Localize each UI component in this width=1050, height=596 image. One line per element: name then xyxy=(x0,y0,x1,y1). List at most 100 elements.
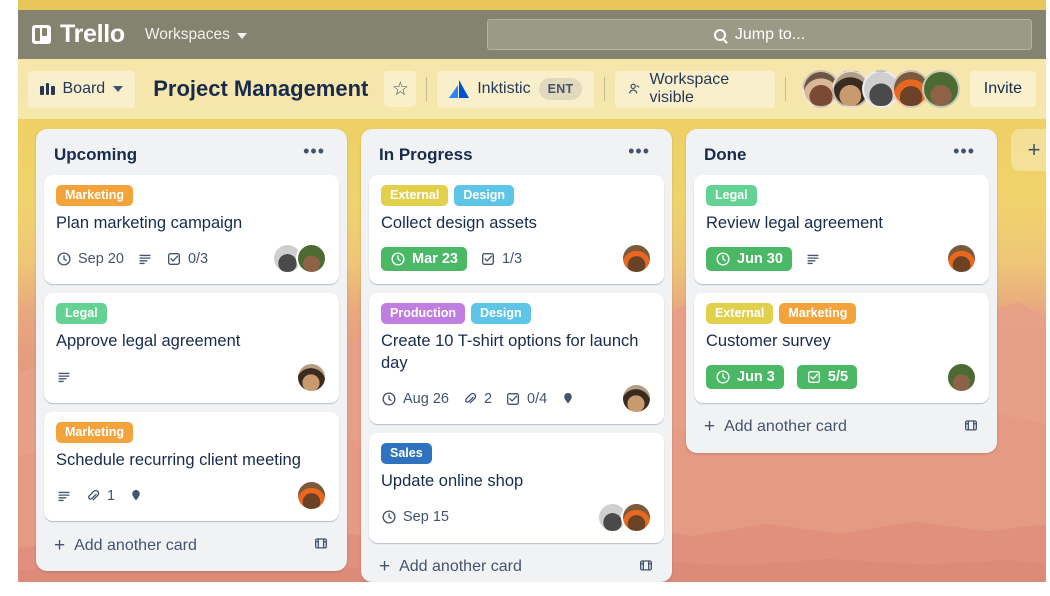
card-members xyxy=(597,501,652,533)
plus-icon: + xyxy=(379,556,391,578)
card-members xyxy=(946,361,977,393)
board-visibility-button[interactable]: Workspace visible xyxy=(615,70,775,108)
card-labels: Production Design xyxy=(381,303,652,325)
card-title: Create 10 T-shirt options for launch day xyxy=(381,332,639,372)
avatar[interactable] xyxy=(296,480,327,512)
card-label[interactable]: Design xyxy=(470,303,531,325)
avatar[interactable] xyxy=(921,70,960,108)
card-title: Approve legal agreement xyxy=(56,332,241,351)
card-template-icon[interactable] xyxy=(313,535,329,556)
description-icon xyxy=(805,251,821,267)
add-card-label: Add another card xyxy=(724,418,847,436)
frame-bottom xyxy=(0,582,1050,596)
board-members xyxy=(801,70,960,108)
add-another-card-button[interactable]: + Add another card xyxy=(44,524,339,565)
description-icon xyxy=(137,251,153,267)
person-visible-icon xyxy=(629,83,640,94)
board-card[interactable]: Sales Update online shop Sep 15 xyxy=(369,433,664,543)
avatar[interactable] xyxy=(946,361,977,393)
due-date-badge[interactable]: Jun 30 xyxy=(706,246,792,271)
card-label[interactable]: External xyxy=(706,303,774,325)
workspace-name: Inktistic xyxy=(477,80,531,97)
card-label[interactable]: Marketing xyxy=(56,185,134,206)
divider xyxy=(426,77,428,101)
card-label[interactable]: Design xyxy=(454,185,515,206)
avatar[interactable] xyxy=(621,501,652,533)
list-actions-icon[interactable]: ••• xyxy=(949,142,979,164)
board-card[interactable]: External Design Collect design assets Mar 2… xyxy=(369,175,664,285)
card-badges: Sep 15 xyxy=(381,501,652,533)
card-title: Plan marketing campaign xyxy=(56,214,243,232)
card-label[interactable]: Marketing xyxy=(779,303,857,325)
list-actions-icon[interactable]: ••• xyxy=(624,142,654,164)
card-label[interactable]: Production xyxy=(381,303,465,325)
card-label[interactable]: Sales xyxy=(381,443,432,465)
card-title: Update online shop xyxy=(381,472,524,491)
board-icon xyxy=(40,83,55,95)
board-card[interactable]: Production Design Create 10 T-shirt option… xyxy=(369,293,664,425)
location-icon xyxy=(128,488,144,504)
plus-icon: + xyxy=(54,534,66,556)
avatar[interactable] xyxy=(946,243,977,275)
avatar[interactable] xyxy=(621,243,652,275)
attachment-badge: 1 xyxy=(85,488,115,504)
page-title: Project Management xyxy=(153,76,369,101)
card-members xyxy=(621,243,652,275)
board-card[interactable]: Legal Approve legal agreement xyxy=(44,293,339,403)
checklist-badge: 0/4 xyxy=(505,391,547,407)
checklist-badge: 1/3 xyxy=(480,251,522,267)
description-icon xyxy=(56,369,72,385)
card-list: Marketing Plan marketing campaign Sep 20 0/… xyxy=(44,175,339,522)
add-card-label: Add another card xyxy=(399,558,522,576)
trello-board-app: Trello Workspaces Jump to... Board Proje… xyxy=(0,0,1050,596)
invite-button[interactable]: Invite xyxy=(969,71,1036,107)
star-icon[interactable]: ☆ xyxy=(384,71,417,107)
search-input[interactable]: Jump to... xyxy=(487,19,1032,50)
workspace-selector[interactable]: Inktistic ENT xyxy=(437,70,595,108)
due-date-badge[interactable]: Sep 15 xyxy=(381,509,449,525)
board-list: Done ••• Legal Review legal agreement Jun 30… xyxy=(686,129,997,453)
card-members xyxy=(946,243,977,275)
brand-name: Trello xyxy=(60,20,125,48)
card-labels: Marketing xyxy=(56,185,327,206)
avatar[interactable] xyxy=(296,243,327,275)
avatar[interactable] xyxy=(296,361,327,393)
due-date-badge[interactable]: Jun 3 xyxy=(706,365,784,390)
card-labels: External Design xyxy=(381,185,652,206)
card-badges: Mar 23 1/3 xyxy=(381,243,652,275)
board-card[interactable]: External Marketing Customer survey Jun 3 5/5 xyxy=(694,293,989,403)
workspaces-menu[interactable]: Workspaces xyxy=(139,21,253,49)
board-card[interactable]: Legal Review legal agreement Jun 30 xyxy=(694,175,989,285)
board-list: In Progress ••• External Design Collect desi… xyxy=(361,129,672,582)
atlassian-logo-icon xyxy=(449,80,470,98)
add-another-card-button[interactable]: + Add another card xyxy=(369,546,664,582)
trello-logo[interactable]: Trello xyxy=(32,20,125,49)
card-label[interactable]: External xyxy=(381,185,449,206)
list-title[interactable]: Done xyxy=(704,145,747,165)
board-card[interactable]: Marketing Plan marketing campaign Sep 20 0/… xyxy=(44,175,339,285)
due-date-badge[interactable]: Mar 23 xyxy=(381,246,467,271)
board-view-switcher[interactable]: Board xyxy=(28,70,136,108)
card-template-icon[interactable] xyxy=(638,557,654,578)
due-date-badge[interactable]: Sep 20 xyxy=(56,251,124,267)
card-label[interactable]: Legal xyxy=(706,185,757,206)
card-label[interactable]: Legal xyxy=(56,303,107,325)
card-label[interactable]: Marketing xyxy=(56,421,134,443)
card-template-icon[interactable] xyxy=(963,417,979,438)
list-title[interactable]: Upcoming xyxy=(54,145,137,165)
search-placeholder: Jump to... xyxy=(734,25,806,43)
add-another-list-button[interactable]: + xyxy=(1011,129,1046,171)
card-labels: Marketing xyxy=(56,421,327,443)
board-card[interactable]: Marketing Schedule recurring client meeti… xyxy=(44,411,339,522)
list-title[interactable]: In Progress xyxy=(379,145,473,165)
due-date-badge[interactable]: Aug 26 xyxy=(381,391,449,407)
add-another-card-button[interactable]: + Add another card xyxy=(694,406,989,447)
board-canvas: Upcoming ••• Marketing Plan marketing campa… xyxy=(18,119,1046,582)
top-navigation-bar: Trello Workspaces Jump to... xyxy=(18,10,1046,59)
avatar[interactable] xyxy=(621,383,652,415)
card-labels: External Marketing xyxy=(706,303,977,325)
attachment-badge: 2 xyxy=(462,391,492,407)
board-header: Board Project Management ☆ Inktistic ENT… xyxy=(18,59,1046,119)
list-actions-icon[interactable]: ••• xyxy=(299,142,329,164)
board-list: Upcoming ••• Marketing Plan marketing campa… xyxy=(36,129,347,572)
